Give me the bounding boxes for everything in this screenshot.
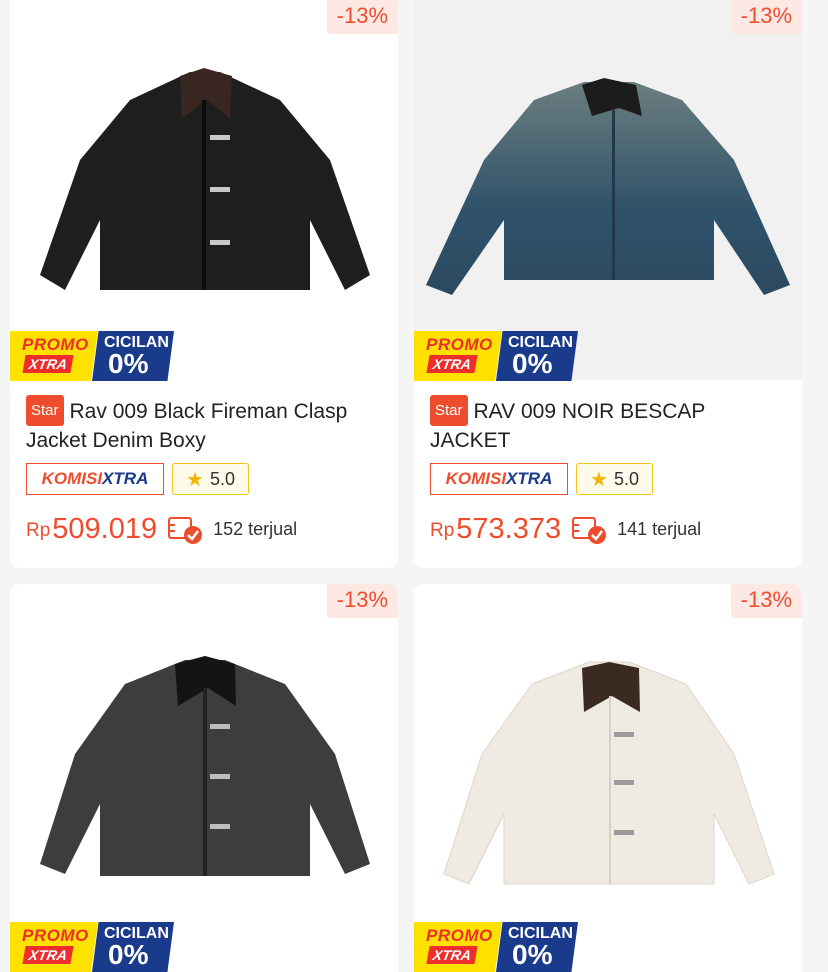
product-card[interactable]: -13% PROMO XTRA CICILAN 0% (10, 584, 398, 972)
promo-banner: PROMO XTRA CICILAN 0% (10, 922, 180, 972)
star-seller-badge: Star (430, 395, 468, 426)
komisi-xtra-badge: KOMISI XTRA (430, 463, 568, 495)
promo-banner: PROMO XTRA CICILAN 0% (414, 922, 584, 972)
sold-count: 141 terjual (617, 519, 702, 539)
product-card[interactable]: -13% PROMO XTRA CICILAN 0% Star RAV 009 NOI… (414, 0, 802, 568)
discount-badge: -13% (326, 584, 398, 618)
product-card[interactable]: -13% PROMO XTRA CICILAN 0% Star Rav 009 Bla… (10, 0, 398, 568)
promo-banner: PROMO XTRA CICILAN 0% (10, 331, 180, 381)
star-icon: ★ (186, 468, 204, 491)
currency: Rp (26, 520, 51, 541)
product-title[interactable]: Star RAV 009 NOIR BESCAP JACKET (430, 395, 790, 455)
currency: Rp (430, 520, 455, 541)
star-icon: ★ (590, 468, 608, 491)
cod-icon (571, 515, 609, 545)
sold-count: 152 terjual (213, 519, 298, 539)
product-image[interactable]: -13% (10, 584, 398, 972)
price: 573.373 (456, 513, 562, 545)
rating-badge: ★ 5.0 (172, 463, 249, 495)
promo-banner: PROMO XTRA CICILAN 0% (414, 331, 584, 381)
product-card[interactable]: -13% PROMO XTRA CICILAN 0% (414, 584, 802, 972)
jacket-body (426, 82, 790, 295)
product-title[interactable]: Star Rav 009 Black Fireman Clasp Jacket D… (26, 395, 386, 455)
product-image[interactable]: -13% (414, 584, 802, 972)
discount-badge: -13% (730, 0, 802, 34)
star-seller-badge: Star (26, 395, 64, 426)
discount-badge: -13% (730, 584, 802, 618)
product-image[interactable]: -13% (414, 0, 802, 380)
discount-badge: -13% (326, 0, 398, 34)
cod-icon (167, 515, 205, 545)
product-image[interactable]: -13% (10, 0, 398, 380)
rating-badge: ★ 5.0 (576, 463, 653, 495)
komisi-xtra-badge: KOMISI XTRA (26, 463, 164, 495)
price: 509.019 (52, 513, 158, 545)
